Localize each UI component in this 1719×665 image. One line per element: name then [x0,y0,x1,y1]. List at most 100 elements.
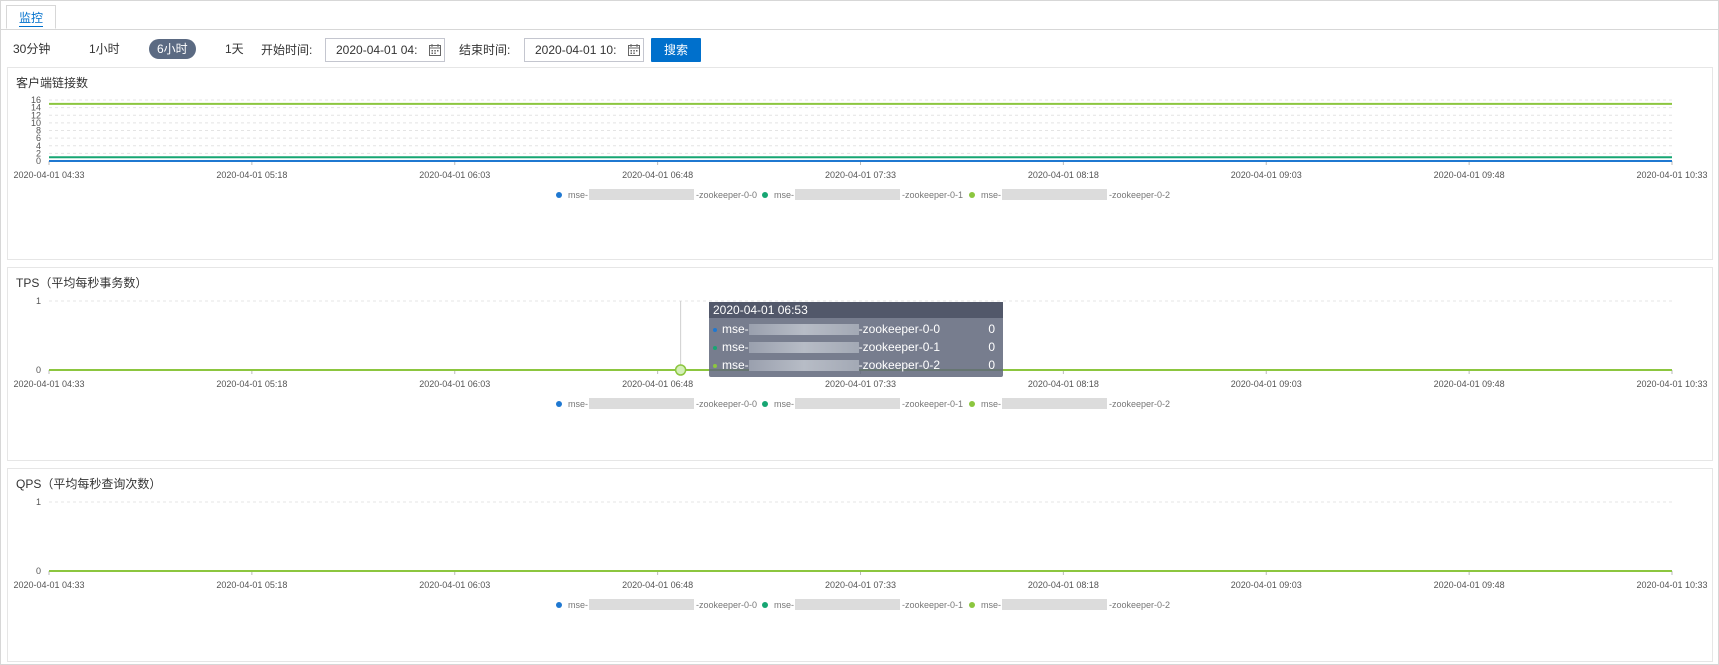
legend-prefix: mse- [774,190,794,200]
legend-suffix: -zookeeper-0-1 [902,600,963,610]
legend-suffix: -zookeeper-0-1 [902,399,963,409]
y-tick-label: 16 [31,95,41,105]
legend-prefix: mse- [568,600,588,610]
tooltip-title: 2020-04-01 06:53 [709,302,1003,318]
calendar-icon[interactable] [429,44,441,56]
range-30min-button[interactable]: 30分钟 [13,39,50,59]
tooltip-value: 0 [988,340,995,354]
calendar-icon[interactable] [628,44,640,56]
tooltip-row: mse- -zookeeper-0-2 0 [713,357,999,374]
legend-dot [762,602,768,608]
tooltip-row: mse- -zookeeper-0-0 0 [713,321,999,338]
x-tick-label: 2020-04-01 07:33 [825,170,896,180]
chart-tooltip: 2020-04-01 06:53 mse- -zookeeper-0-0 0 ms… [709,302,1003,377]
x-tick-label: 2020-04-01 10:33 [1636,170,1707,180]
end-time-label: 结束时间: [459,43,511,57]
legend-dot [969,602,975,608]
x-tick-label: 2020-04-01 05:18 [216,170,287,180]
legend-prefix: mse- [568,399,588,409]
range-1hour-button[interactable]: 1小时 [89,39,120,59]
tab-bar: 监控 [1,1,1718,30]
legend-prefix: mse- [981,190,1001,200]
legend-prefix: mse- [981,600,1001,610]
x-tick-label: 2020-04-01 07:33 [825,580,896,590]
end-time-input[interactable]: 2020-04-01 10: [524,38,644,62]
start-time-label: 开始时间: [261,43,313,57]
tab-monitor[interactable]: 监控 [6,5,57,29]
x-tick-label: 2020-04-01 09:48 [1434,379,1505,389]
start-time-value: 2020-04-01 04: [336,43,418,57]
legend-suffix: -zookeeper-0-2 [1109,600,1170,610]
redacted-block [748,360,859,372]
x-tick-label: 2020-04-01 06:48 [622,170,693,180]
hover-marker [674,364,687,376]
y-tick-label: 0 [36,566,41,576]
legend-redacted [795,398,900,409]
legend-redacted [589,398,694,409]
x-tick-label: 2020-04-01 08:18 [1028,580,1099,590]
series-dot [713,327,717,332]
x-tick-label: 2020-04-01 07:33 [825,379,896,389]
chart-qps: 0 1 2020-04-01 04:33 2020-04-01 05:18 2020-0… [13,497,1708,610]
legend-redacted [1002,398,1107,409]
x-tick-label: 2020-04-01 05:18 [216,580,287,590]
legend-dot [556,602,562,608]
tooltip-value: 0 [988,358,995,372]
tooltip-series-suffix: -zookeeper-0-2 [858,358,941,372]
tooltip-series-prefix: mse- [722,358,749,372]
x-tick-label: 2020-04-01 08:18 [1028,379,1099,389]
x-tick-label: 2020-04-01 06:48 [622,379,693,389]
x-tick-label: 2020-04-01 09:48 [1434,170,1505,180]
x-tick-label: 2020-04-01 06:48 [622,580,693,590]
legend-suffix: -zookeeper-0-0 [696,399,757,409]
y-tick-label: 1 [36,296,41,306]
start-time-input[interactable]: 2020-04-01 04: [325,38,445,62]
x-tick-label: 2020-04-01 10:33 [1636,379,1707,389]
range-6hour-button[interactable]: 6小时 [149,39,196,59]
search-button[interactable]: 搜索 [651,38,701,62]
legend-dot [762,192,768,198]
end-time-value: 2020-04-01 10: [535,43,617,57]
x-tick-label: 2020-04-01 08:18 [1028,170,1099,180]
tooltip-series-prefix: mse- [722,322,749,336]
y-tick-label: 0 [36,365,41,375]
legend-dot [762,401,768,407]
range-1day-button[interactable]: 1天 [225,39,244,59]
legend-redacted [589,189,694,200]
legend-dot [969,401,975,407]
redacted-block [748,324,859,336]
chart-panel-qps: QPS（平均每秒查询次数） 0 1 2020-04-01 04:33 2020-04-… [7,468,1713,662]
y-tick-label: 1 [36,497,41,507]
legend-suffix: -zookeeper-0-1 [902,190,963,200]
x-tick-label: 2020-04-01 10:33 [1636,580,1707,590]
legend-suffix: -zookeeper-0-0 [696,600,757,610]
x-tick-label: 2020-04-01 04:33 [13,580,84,590]
chart-panel-connections: 客户端链接数 0 2 4 6 8 10 12 14 16 2020-04-01 04:33 2020… [7,67,1713,260]
tooltip-row: mse- -zookeeper-0-1 0 [713,339,999,356]
x-tick-label: 2020-04-01 04:33 [13,170,84,180]
legend-suffix: -zookeeper-0-2 [1109,190,1170,200]
legend-redacted [1002,599,1107,610]
tooltip-series-suffix: -zookeeper-0-1 [858,340,941,354]
tab-monitor-label: 监控 [19,11,44,27]
x-tick-label: 2020-04-01 09:03 [1231,580,1302,590]
tooltip-value: 0 [988,322,995,336]
x-tick-label: 2020-04-01 09:03 [1231,170,1302,180]
legend-redacted [795,189,900,200]
series-dot [713,363,717,368]
redacted-block [748,342,859,354]
tooltip-series-prefix: mse- [722,340,749,354]
legend-redacted [1002,189,1107,200]
time-range-toolbar: 30分钟 1小时 6小时 1天 开始时间: 2020-04-01 04: 结束时… [1,37,1718,63]
legend-dot [556,401,562,407]
x-tick-label: 2020-04-01 05:18 [216,379,287,389]
legend-dot [556,192,562,198]
legend-prefix: mse- [568,190,588,200]
legend-suffix: -zookeeper-0-2 [1109,399,1170,409]
chart-connections: 02468101214162020-04-01 04:33 2020-04-01 … [13,95,1708,200]
legend-prefix: mse- [774,600,794,610]
x-tick-label: 2020-04-01 06:03 [419,580,490,590]
legend-prefix: mse- [774,399,794,409]
legend-dot [969,192,975,198]
legend-suffix: -zookeeper-0-0 [696,190,757,200]
